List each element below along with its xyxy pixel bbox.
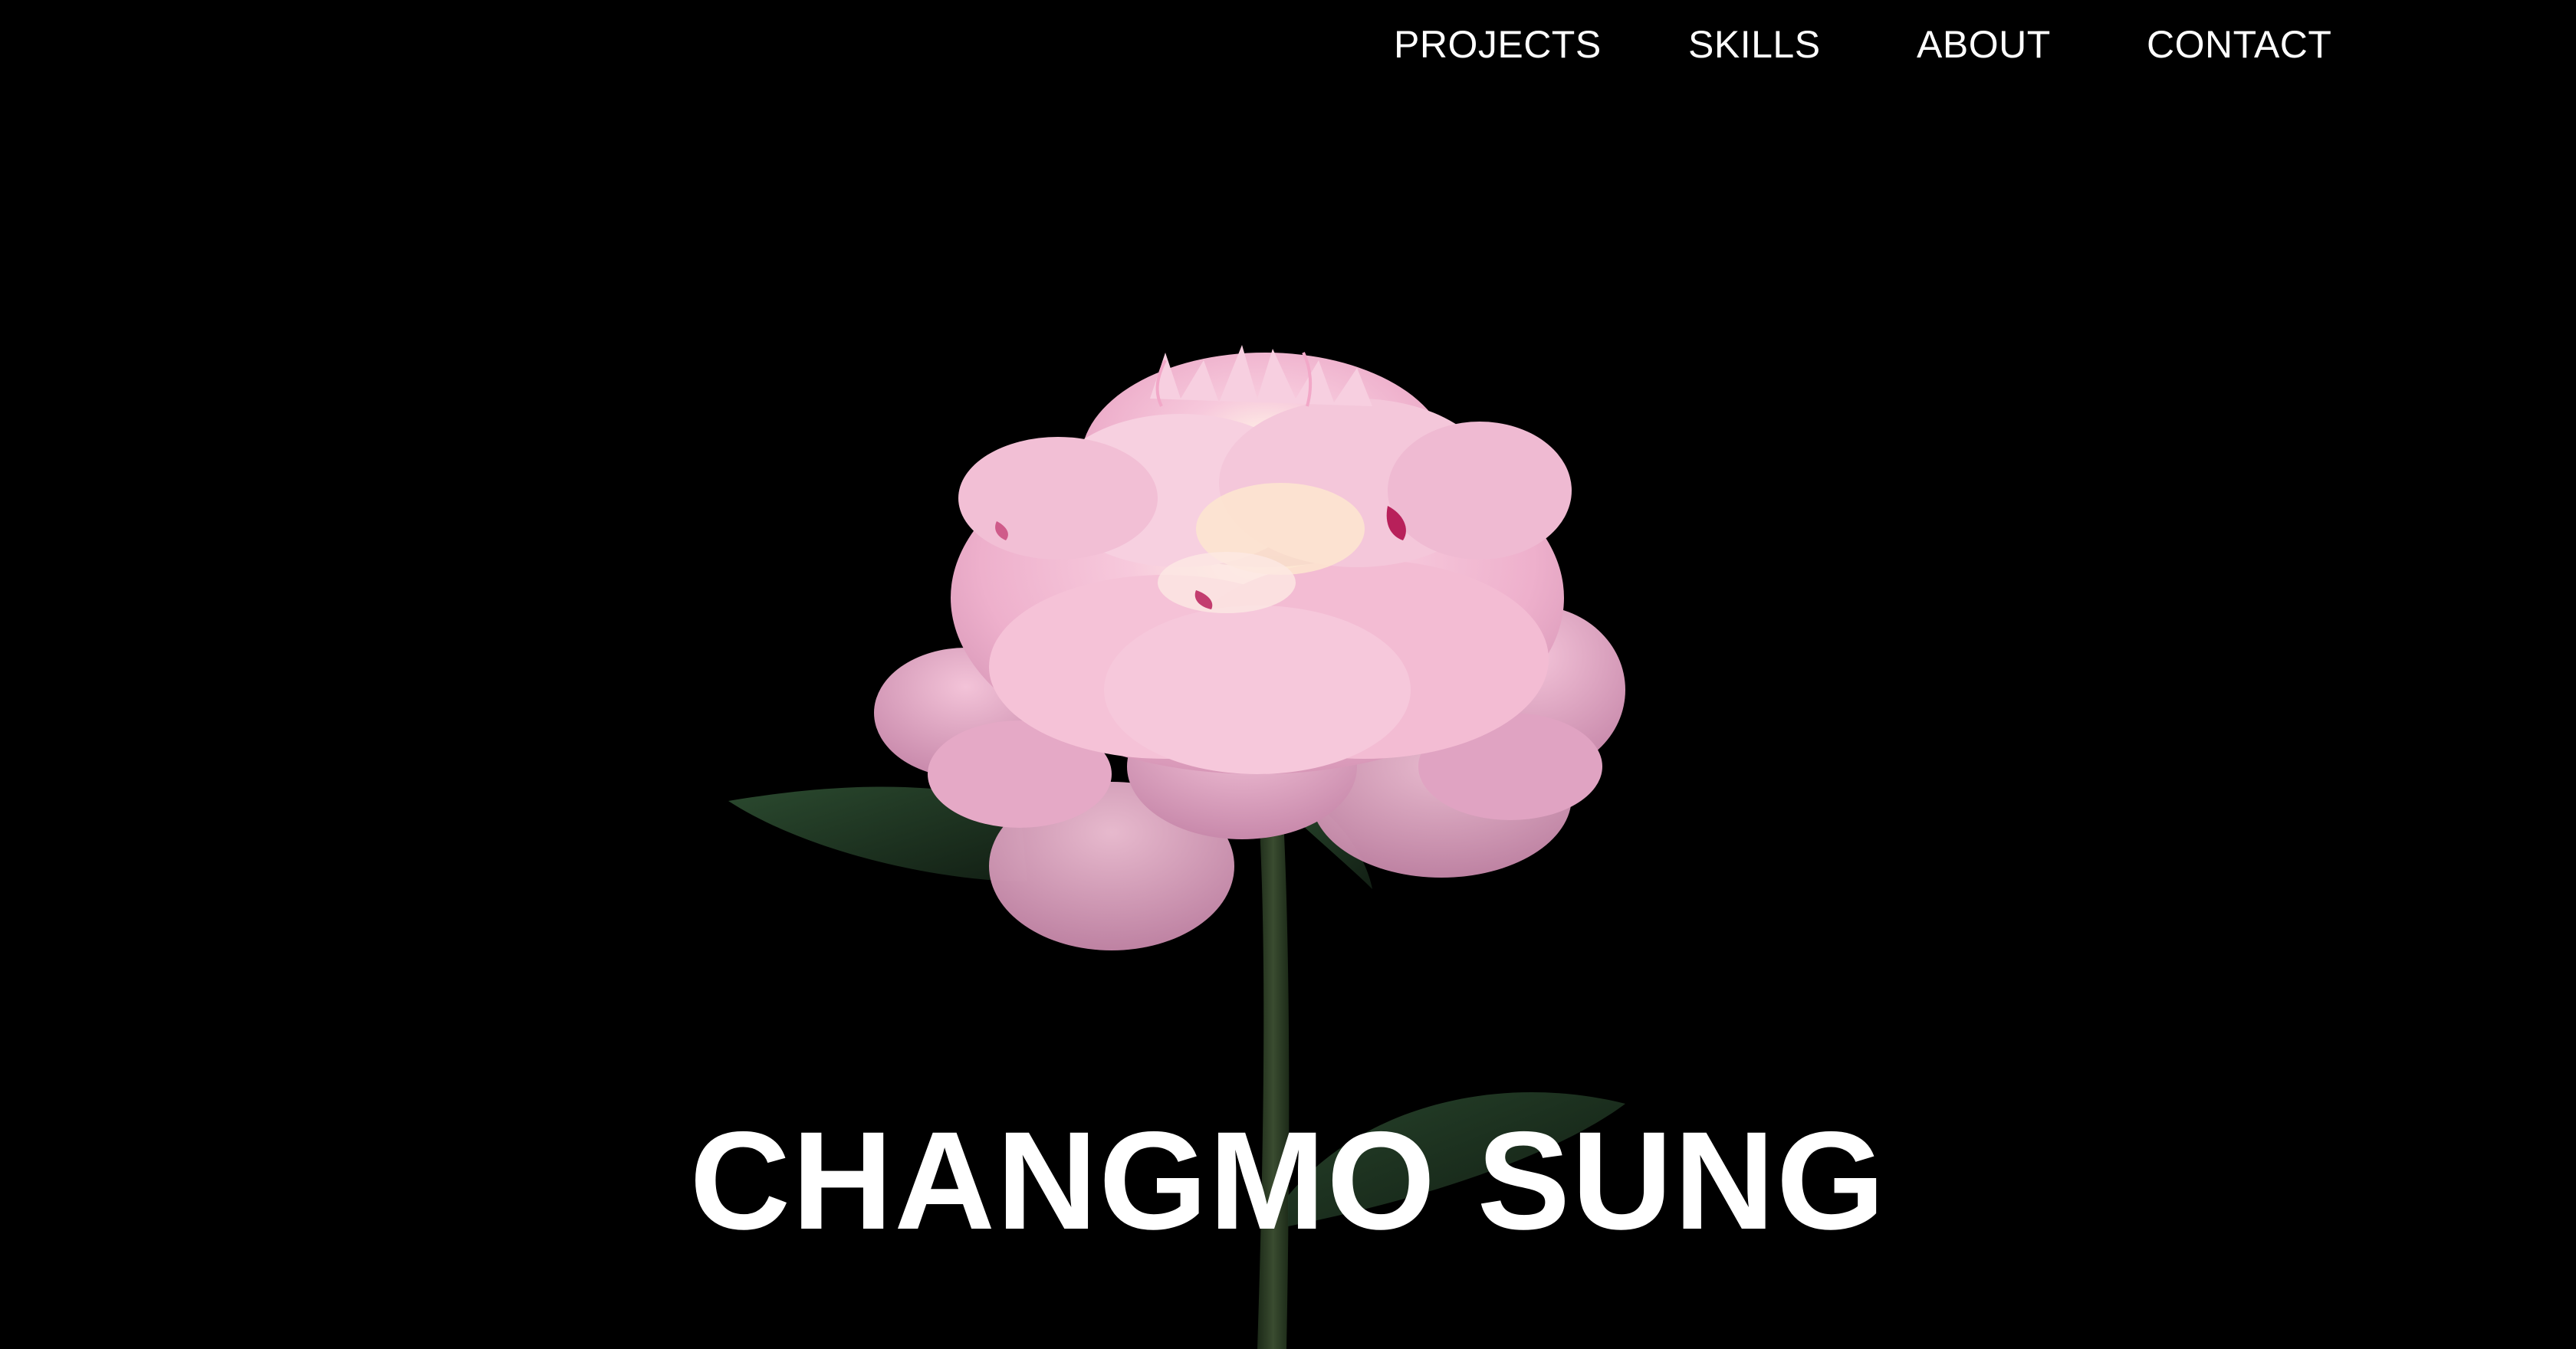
top-navigation: PROJECTS SKILLS ABOUT CONTACT <box>0 0 2576 92</box>
nav-link-projects[interactable]: PROJECTS <box>1394 20 1602 69</box>
nav-link-about[interactable]: ABOUT <box>1917 20 2051 69</box>
nav-link-skills[interactable]: SKILLS <box>1688 20 1821 69</box>
nav-link-contact[interactable]: CONTACT <box>2147 20 2331 69</box>
hero-title: CHANGMO SUNG <box>689 1102 1887 1259</box>
landing-page: PROJECTS SKILLS ABOUT CONTACT CHANGMO SU… <box>0 0 2576 1349</box>
